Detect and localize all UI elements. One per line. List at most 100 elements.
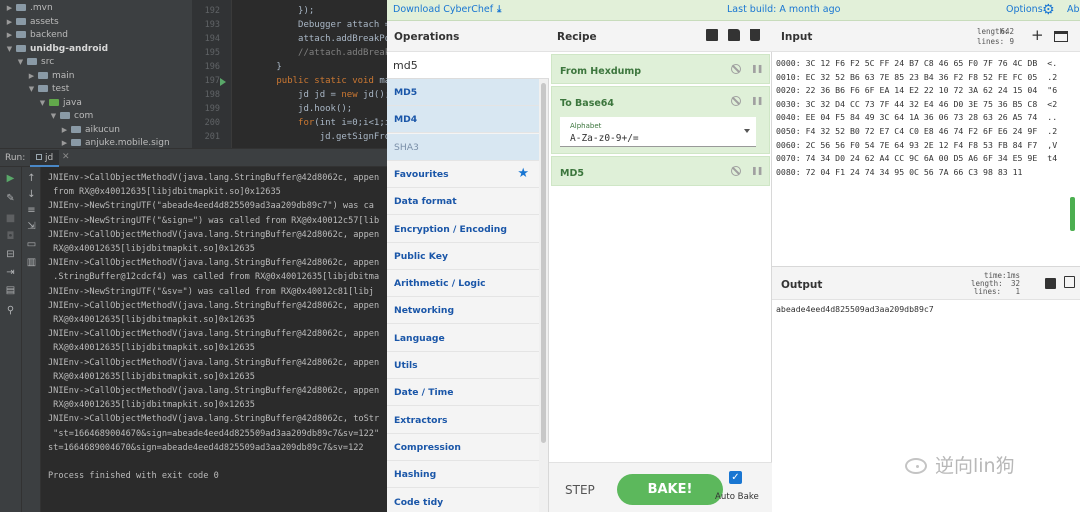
scroll-down-icon[interactable]: ↓ (26, 189, 37, 200)
tree-item[interactable]: ▶ aikucun (0, 124, 192, 138)
save-recipe-icon[interactable] (706, 29, 718, 41)
chevron-down-icon[interactable]: ▼ (5, 43, 14, 57)
load-recipe-icon[interactable] (728, 29, 740, 41)
trash-icon[interactable] (750, 29, 760, 41)
soft-wrap-icon[interactable]: ≡ (26, 205, 37, 216)
tree-item[interactable]: ▶ assets (0, 16, 192, 30)
hex-ascii: t4 (1047, 153, 1058, 164)
chevron-right-icon[interactable]: ▶ (27, 70, 36, 84)
camera-icon[interactable]: ◘ (5, 231, 16, 242)
copy-output-icon[interactable] (1064, 276, 1075, 288)
chevron-down-icon[interactable]: ▼ (49, 110, 58, 124)
hex-line: 0030: 3C 32 D4 CC 73 7F 44 32 E4 46 D0 3… (776, 98, 1057, 112)
operation-hashing[interactable]: Hashing (387, 461, 539, 489)
exit-icon[interactable]: ⇥ (5, 267, 16, 278)
download-link[interactable]: Download CyberChef ⤓ (393, 4, 501, 15)
chevron-right-icon[interactable]: ▶ (5, 2, 14, 16)
hex-bytes: 0060: 2C 56 56 F0 54 7E 64 93 2E 12 F4 F… (776, 139, 1038, 150)
print-icon[interactable]: ▭ (26, 239, 37, 250)
operation-sha3[interactable]: SHA3 (387, 133, 539, 161)
code-editor[interactable]: }); Debugger attach = attach.addBreakPoi… (233, 0, 387, 148)
hex-line: 0060: 2C 56 56 F0 54 7E 64 93 2E 12 F4 F… (776, 139, 1057, 153)
star-icon[interactable]: ★ (517, 166, 529, 181)
chevron-down-icon[interactable]: ▼ (38, 97, 47, 111)
breakpoint-icon[interactable]: ❚❚ (751, 64, 763, 73)
tree-item[interactable]: ▶ main (0, 70, 192, 84)
run-tab-jd[interactable]: jd (30, 150, 60, 167)
run-gutter-icon[interactable] (220, 78, 226, 86)
tree-item[interactable]: ▶ anjuke.mobile.sign (0, 137, 192, 148)
recipe-op-to-base64[interactable]: To Base64 ❚❚ Alphabet A-Za-z0-9+/= (551, 86, 770, 154)
last-build-link[interactable]: Last build: A month ago (727, 4, 840, 15)
recipe-op-from-hexdump[interactable]: From Hexdump ❚❚ (551, 54, 770, 84)
bake-button[interactable]: BAKE! (617, 474, 723, 505)
step-button[interactable]: STEP (565, 483, 595, 497)
options-link[interactable]: Options (1006, 4, 1043, 15)
disable-op-icon[interactable] (731, 96, 741, 106)
input-window-icon[interactable] (1054, 31, 1068, 42)
alphabet-value: A-Za-z0-9+/= (570, 133, 639, 144)
operation-label: Public Key (394, 250, 448, 262)
scroll-to-end-icon[interactable]: ⇲ (26, 221, 37, 232)
tree-item[interactable]: ▼ test (0, 83, 192, 97)
operation-arithmetic-logic[interactable]: Arithmetic / Logic (387, 270, 539, 298)
restore-layout-icon[interactable]: ⊟ (5, 249, 16, 260)
operations-scrollbar-thumb[interactable] (541, 83, 546, 443)
operation-compression[interactable]: Compression (387, 433, 539, 461)
operation-code-tidy[interactable]: Code tidy (387, 488, 539, 512)
stop-icon[interactable]: ■ (5, 213, 16, 224)
operation-md5[interactable]: MD5 (387, 79, 539, 106)
chevron-right-icon[interactable]: ▶ (60, 137, 69, 148)
layout-icon[interactable]: ▤ (5, 285, 16, 296)
input-scrollbar[interactable] (1070, 197, 1075, 231)
output-lines-value: 1 (1015, 287, 1020, 296)
tree-item-label: .mvn (30, 3, 53, 13)
operation-utils[interactable]: Utils (387, 352, 539, 379)
chevron-right-icon[interactable]: ▶ (5, 29, 14, 43)
operations-scrollbar[interactable] (539, 79, 548, 512)
operation-extractors[interactable]: Extractors (387, 406, 539, 434)
chevron-right-icon[interactable]: ▶ (60, 124, 69, 138)
rerun-icon[interactable]: ▶ (5, 173, 16, 184)
hex-ascii: ,V (1047, 139, 1058, 150)
disable-op-icon[interactable] (731, 64, 741, 74)
gear-icon[interactable]: ⚙ (1042, 2, 1055, 18)
tree-item[interactable]: ▶ .mvn (0, 2, 192, 16)
operation-md4[interactable]: MD4 (387, 106, 539, 134)
tree-item[interactable]: ▼ unidbg-android (0, 43, 192, 57)
line-number: 200 (204, 118, 220, 128)
close-tab-icon[interactable]: ✕ (62, 152, 70, 162)
chevron-down-icon[interactable]: ▼ (16, 56, 25, 70)
recipe-controls: STEP BAKE! ✓ Auto Bake (549, 462, 772, 512)
operation-date-time[interactable]: Date / Time (387, 379, 539, 407)
operations-search-input[interactable]: md5 (387, 52, 549, 79)
auto-bake-checkbox[interactable]: ✓ (729, 471, 742, 484)
add-tab-icon[interactable]: + (1031, 26, 1044, 44)
wrench-icon[interactable]: ✎ (5, 193, 16, 204)
operation-favourites[interactable]: Favourites ★ (387, 160, 539, 188)
tree-item[interactable]: ▼ java (0, 97, 192, 111)
output-text[interactable]: abeade4eed4d825509ad3aa209db89c7 (776, 304, 934, 314)
breakpoint-icon[interactable]: ❚❚ (751, 96, 763, 105)
operation-public-key[interactable]: Public Key (387, 242, 539, 270)
chevron-down-icon[interactable]: ▼ (27, 83, 36, 97)
operation-language[interactable]: Language (387, 324, 539, 352)
tree-item[interactable]: ▶ backend (0, 29, 192, 43)
scroll-up-icon[interactable]: ↑ (26, 173, 37, 184)
about-link[interactable]: Abo (1067, 4, 1080, 15)
operation-data-format[interactable]: Data format (387, 188, 539, 216)
recipe-op-md5[interactable]: MD5 ❚❚ (551, 156, 770, 186)
pin-icon[interactable]: ⚲ (5, 305, 16, 316)
project-tree[interactable]: ▶ .mvn ▶ assets ▶ backend ▼ unidbg-android ▼ src ▶… (0, 0, 192, 148)
alphabet-select[interactable]: Alphabet A-Za-z0-9+/= (560, 117, 756, 147)
run-console-output[interactable]: JNIEnv->CallObjectMethodV(java.lang.Stri… (41, 167, 387, 512)
operation-networking[interactable]: Networking (387, 297, 539, 325)
trash-icon[interactable]: ▥ (26, 257, 37, 268)
tree-item[interactable]: ▼ com (0, 110, 192, 124)
chevron-right-icon[interactable]: ▶ (5, 16, 14, 30)
operation-encryption-encoding[interactable]: Encryption / Encoding (387, 215, 539, 243)
disable-op-icon[interactable] (731, 166, 741, 176)
tree-item[interactable]: ▼ src (0, 56, 192, 70)
save-output-icon[interactable] (1045, 278, 1056, 289)
breakpoint-icon[interactable]: ❚❚ (751, 166, 763, 175)
